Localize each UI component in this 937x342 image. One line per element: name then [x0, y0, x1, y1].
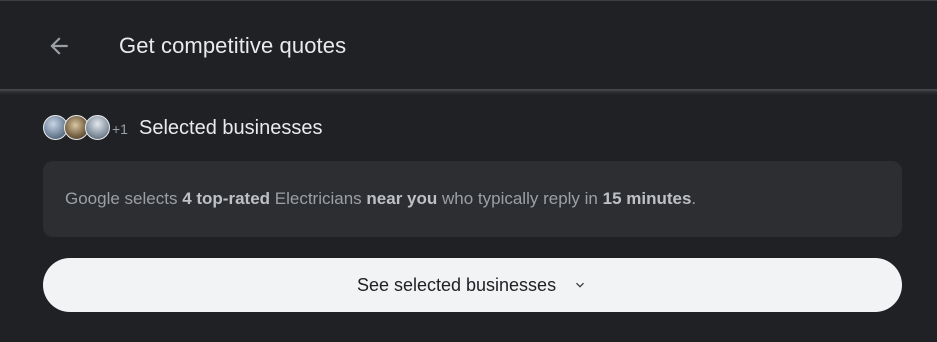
info-text: Google selects 4 top-rated Electricians …	[65, 189, 696, 209]
info-text-part: who typically reply in	[437, 189, 603, 208]
info-box: Google selects 4 top-rated Electricians …	[43, 161, 902, 237]
see-selected-businesses-button[interactable]: See selected businesses	[43, 258, 902, 312]
arrow-back-icon	[50, 37, 68, 55]
avatar	[85, 115, 110, 140]
info-bold-time: 15 minutes	[602, 189, 692, 208]
selected-businesses-label: Selected businesses	[139, 116, 323, 139]
info-bold-location: near you	[366, 189, 438, 208]
see-selected-label: See selected businesses	[356, 274, 557, 295]
extra-count: +1	[112, 121, 128, 137]
chevron-down-icon	[572, 277, 588, 293]
business-avatars: +1	[43, 114, 128, 142]
header: Get competitive quotes	[0, 1, 937, 89]
info-text-part: Google selects	[65, 189, 183, 208]
page-title: Get competitive quotes	[119, 33, 347, 58]
selected-businesses-row: +1 Selected businesses	[43, 113, 322, 143]
back-button[interactable]	[38, 25, 80, 67]
info-bold-count: 4 top-rated	[182, 189, 271, 208]
quotes-panel: Get competitive quotes +1 Selected busin…	[0, 0, 937, 342]
info-text-part: .	[691, 189, 697, 208]
info-text-part: Electricians	[270, 189, 367, 208]
header-divider	[0, 89, 937, 95]
